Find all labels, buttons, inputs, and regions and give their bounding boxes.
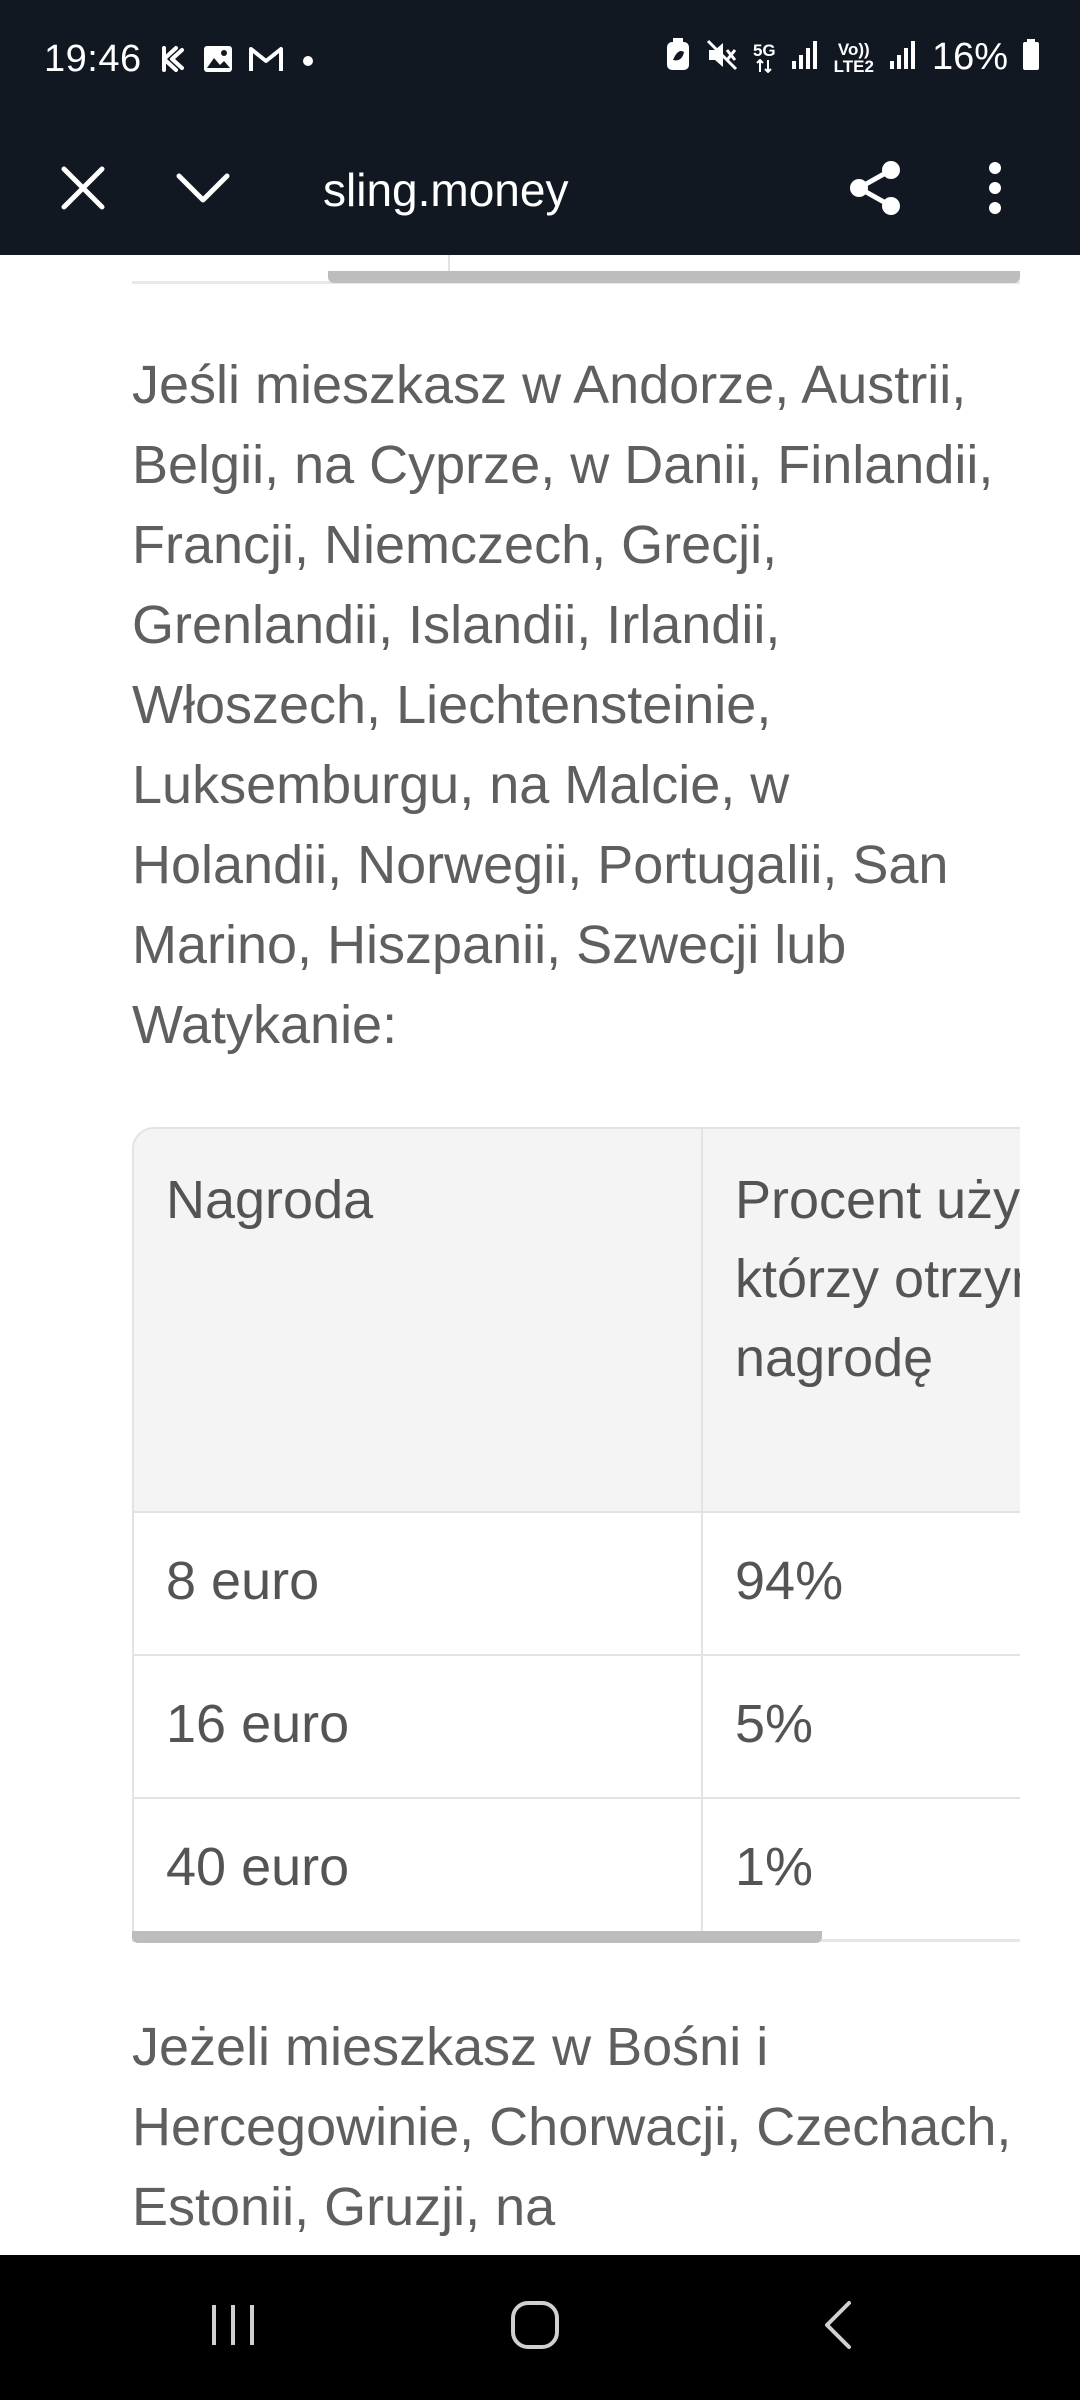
table-cell: 40 euro [134, 1799, 704, 1940]
close-button[interactable] [28, 125, 138, 255]
share-button[interactable] [820, 125, 930, 255]
system-nav-bar [0, 2255, 1080, 2400]
table-row: 16 euro 5% [134, 1654, 1020, 1797]
reward-table-scroll[interactable]: Nagroda Procent użytkowników, którzy otr… [132, 1127, 1020, 1947]
status-right: 5G Vo)) LTE2 16% [665, 36, 1040, 79]
status-bar: 19:46 5G Vo)) LTE2 16% [0, 0, 1080, 125]
notification-dot-icon [298, 44, 318, 79]
page-url[interactable]: sling.money [323, 125, 568, 255]
status-left-icons [158, 44, 318, 79]
table-row: 40 euro 1% [134, 1797, 1020, 1940]
kaspi-icon [158, 44, 188, 79]
more-vert-icon [987, 161, 1003, 219]
signal-icon [790, 39, 820, 76]
reward-table: Nagroda Procent użytkowników, którzy otr… [132, 1127, 1020, 1942]
recent-apps-icon [208, 2302, 258, 2353]
paragraph-countries-tier1: Jeśli mieszkasz w Andorze, Austrii, Belg… [132, 355, 994, 1055]
home-button[interactable] [455, 2255, 615, 2400]
status-time: 19:46 [44, 38, 142, 80]
eco-battery-icon [665, 38, 691, 77]
page-content[interactable]: Jeśli mieszkasz w Andorze, Austrii, Belg… [0, 255, 1080, 2255]
share-icon [845, 158, 905, 223]
minimize-button[interactable] [148, 125, 258, 255]
network-volte: Vo)) LTE2 [833, 39, 874, 76]
battery-icon [1022, 39, 1040, 76]
table-row: 8 euro 94% [134, 1511, 1020, 1654]
signal-icon [888, 39, 918, 76]
table-cell: 1% [735, 1837, 814, 1897]
gmail-icon [248, 44, 284, 79]
chevron-down-icon [175, 170, 231, 211]
table-cell: 5% [735, 1694, 814, 1754]
network-5g: 5G [753, 42, 776, 73]
horizontal-scrollbar[interactable] [328, 271, 1020, 283]
table-cell: 94% [735, 1551, 844, 1611]
recent-apps-button[interactable] [153, 2255, 313, 2400]
close-icon [60, 165, 106, 216]
battery-percentage: 16% [931, 36, 1008, 78]
back-button[interactable] [758, 2255, 918, 2400]
gallery-icon [202, 44, 234, 79]
mute-icon [705, 38, 739, 77]
browser-toolbar: sling.money [0, 125, 1080, 255]
table-header-cell: Procent użytkowników, którzy otrzymują t… [735, 1170, 1020, 1388]
paragraph-countries-tier2: Jeżeli mieszkasz w Bośni i Hercegowinie,… [132, 2017, 1012, 2237]
table-header-cell: Nagroda [134, 1129, 704, 1511]
table-horizontal-scrollbar[interactable] [132, 1931, 822, 1943]
table-cell: 16 euro [134, 1656, 704, 1797]
home-icon [509, 2299, 561, 2356]
table-cell: 8 euro [134, 1513, 704, 1654]
table-header-row: Nagroda Procent użytkowników, którzy otr… [134, 1129, 1020, 1511]
back-icon [821, 2299, 855, 2356]
more-options-button[interactable] [940, 125, 1050, 255]
previous-table-bottom [132, 255, 1020, 285]
